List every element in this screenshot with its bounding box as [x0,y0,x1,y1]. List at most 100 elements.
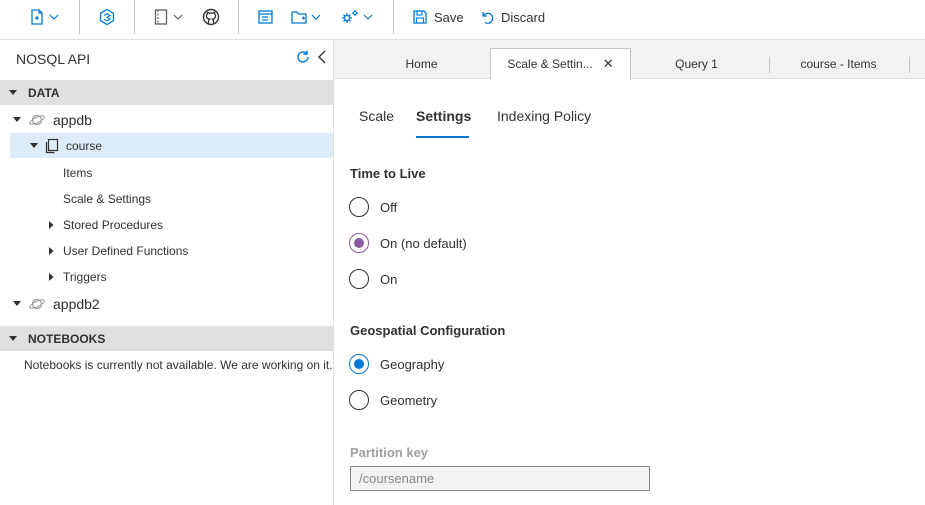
toolbar-divider [79,0,80,34]
container-label: course [66,138,103,153]
api-title: NOSQL API [16,51,91,67]
tab-query-1[interactable]: Query 1 [634,48,759,79]
ttl-option-on-no-default[interactable]: On (no default) [349,232,467,254]
tree-item-triggers[interactable]: Triggers [10,264,333,289]
radio-button-selected[interactable] [349,354,369,374]
tab-label: course - Items [800,56,877,71]
chevron-down-icon [49,14,59,20]
database-icon [29,298,45,309]
undo-icon [482,12,494,24]
partition-key-label: Partition key [350,445,429,460]
tab-bar: Home Scale & Settin... ✕ Query 1 course … [334,40,925,80]
save-label: Save [434,9,464,25]
tree-item-label: Triggers [63,269,107,284]
radio-button[interactable] [349,269,369,289]
caret-right-icon [49,272,54,281]
synapse-icon [99,8,115,26]
new-container-button[interactable] [28,6,59,28]
tree-item-stored-procedures[interactable]: Stored Procedures [10,212,333,237]
caret-right-icon [49,220,54,229]
radio-label: On (no default) [380,235,467,251]
partition-key-field [350,466,650,491]
tree-item-items[interactable]: Items [10,160,333,185]
tree-item-label: User Defined Functions [63,243,189,258]
chevron-left-icon [318,50,326,64]
active-pivot-indicator [416,136,469,138]
collapse-sidebar-button[interactable] [316,49,328,68]
caret-down-icon [13,116,21,122]
resource-tree-panel: NOSQL API DATA appdb course Items Scale … [0,40,334,505]
radio-label: On [380,271,398,287]
radio-button[interactable] [349,390,369,410]
toolbar-divider [238,0,239,34]
refresh-button[interactable] [295,49,311,68]
caret-down-icon [13,300,21,306]
discard-label: Discard [501,9,546,25]
tab-label: Query 1 [675,56,718,71]
radio-label: Off [380,199,398,215]
radio-label: Geometry [380,392,438,408]
toolbar-divider [134,0,135,34]
gear-icon [342,10,358,23]
new-notebook-button[interactable] [152,6,183,28]
database-label: appdb [53,111,92,128]
tree-item-user-defined-functions[interactable]: User Defined Functions [10,238,333,263]
tree-item-database[interactable]: appdb [10,107,333,132]
database-label: appdb2 [53,295,100,312]
ttl-option-on[interactable]: On [349,268,397,290]
new-workspace-button[interactable] [257,6,275,28]
radio-button[interactable] [349,197,369,217]
geo-option-geometry[interactable]: Geometry [349,389,437,411]
tree-item-label: Stored Procedures [63,217,164,232]
radio-label: Geography [380,356,445,372]
caret-down-icon [9,335,17,341]
database-icon [29,114,45,125]
notebooks-message: Notebooks is currently not available. We… [24,358,333,372]
close-icon[interactable]: ✕ [603,56,614,72]
ttl-option-off[interactable]: Off [349,196,397,218]
tree-item-database[interactable]: appdb2 [10,291,333,316]
caret-down-icon [30,142,38,148]
github-button[interactable] [202,6,220,28]
geo-option-geography[interactable]: Geography [349,353,444,375]
ttl-title: Time to Live [350,166,426,181]
synapse-link-button[interactable] [98,6,116,28]
save-button[interactable]: Save [412,6,464,28]
tree-item-container[interactable]: course [10,133,333,158]
open-folder-button[interactable] [290,6,321,28]
tree-item-scale-settings[interactable]: Scale & Settings [10,186,333,211]
chevron-down-icon [363,14,373,20]
pivot-indexing-policy[interactable]: Indexing Policy [497,108,591,124]
geo-title: Geospatial Configuration [350,323,506,338]
toolbar-divider [393,0,394,34]
pivot-scale[interactable]: Scale [359,108,394,124]
save-icon [413,10,427,24]
folder-icon [291,11,307,24]
tab-scale-settings[interactable]: Scale & Settin... ✕ [490,48,631,80]
workspace-icon [258,10,273,24]
notebooks-section-header[interactable]: NOTEBOOKS [0,326,334,351]
pivot-settings[interactable]: Settings [416,108,471,124]
command-bar: Save Discard [0,0,925,40]
notebook-icon [154,9,168,25]
chevron-down-icon [173,14,183,20]
tab-label: Home [405,56,438,71]
tab-course-items[interactable]: course - Items [771,48,906,79]
github-icon [202,8,220,26]
tree-item-label: Items [63,165,93,180]
tab-label: Scale & Settin... [507,57,593,71]
tree-item-label: Scale & Settings [63,191,152,206]
container-icon [45,138,59,153]
new-container-icon [31,9,43,25]
tab-home[interactable]: Home [354,48,489,79]
radio-button-selected[interactable] [349,233,369,253]
refresh-icon [297,50,309,63]
data-section-label: DATA [28,85,60,100]
caret-down-icon [9,89,17,95]
tab-divider [909,57,910,73]
settings-menu-button[interactable] [340,6,373,28]
data-section-header[interactable]: DATA [0,80,334,105]
chevron-down-icon [311,14,321,20]
discard-button[interactable]: Discard [479,6,545,28]
notebooks-section-label: NOTEBOOKS [28,331,106,346]
